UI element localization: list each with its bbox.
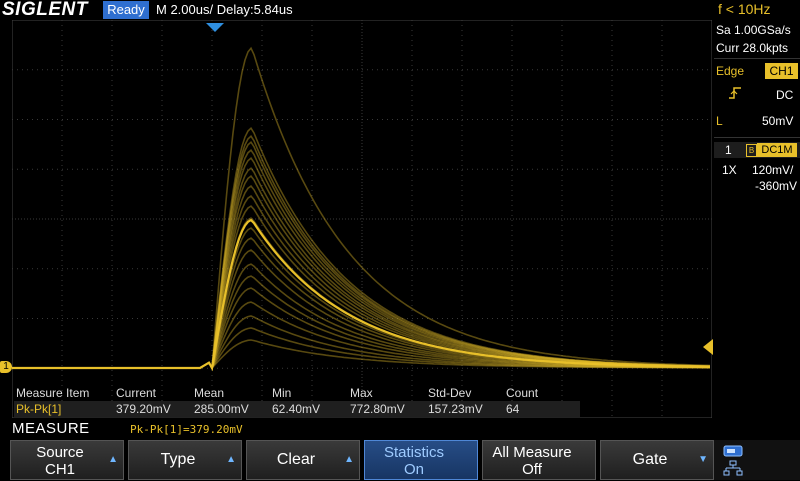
measure-statistics-table: Measure Item Current Mean Min Max Std-De…	[14, 386, 580, 418]
softkey-label: Source	[36, 444, 84, 461]
sample-rate: Sa 1.00GSa/s	[716, 23, 791, 37]
col-header-mean: Mean	[194, 386, 225, 400]
channel-number: 1	[725, 143, 732, 157]
trigger-delay: Delay:5.84us	[216, 2, 293, 17]
gate-softkey[interactable]: Gate ▼	[600, 440, 714, 480]
source-softkey[interactable]: Source CH1 ▲	[10, 440, 124, 480]
measure-mean: 285.00mV	[194, 402, 249, 416]
softkey-value: On	[403, 461, 424, 478]
softkey-label: Type	[160, 451, 196, 468]
trigger-level-label: L	[716, 114, 723, 128]
softkey-value: CH1	[44, 461, 75, 478]
trigger-position-marker[interactable]	[206, 20, 224, 38]
measure-status-readout: Pk-Pk[1]=379.20mV	[130, 423, 243, 436]
waveform-display[interactable]	[12, 20, 712, 418]
trigger-level: 50mV	[762, 114, 794, 128]
channel-coupling-badge: DC1M	[757, 143, 797, 157]
type-softkey[interactable]: Type ▲	[128, 440, 242, 480]
memory-depth: Curr 28.0kpts	[716, 41, 789, 55]
vertical-offset: -360mV	[755, 179, 798, 193]
clear-softkey[interactable]: Clear ▲	[246, 440, 360, 480]
statistics-softkey[interactable]: Statistics On	[364, 440, 478, 480]
col-header-stddev: Std-Dev	[428, 386, 472, 400]
menu-title: MEASURE	[12, 420, 90, 437]
col-header-count: Count	[506, 386, 539, 400]
up-arrow-icon: ▲	[344, 454, 354, 465]
measure-item-name: Pk-Pk[1]	[16, 402, 62, 416]
softkey-label: Clear	[276, 451, 316, 468]
col-header-max: Max	[350, 386, 373, 400]
bandwidth-limit-icon: B	[746, 144, 757, 157]
measure-count: 64	[506, 402, 520, 416]
col-header-current: Current	[116, 386, 157, 400]
measure-max: 772.80mV	[350, 402, 405, 416]
col-header-min: Min	[272, 386, 292, 400]
trigger-level-marker[interactable]	[703, 339, 713, 360]
trigger-source-badge: CH1	[765, 63, 798, 79]
trigger-coupling: DC	[776, 88, 794, 102]
measure-stddev: 157.23mV	[428, 402, 483, 416]
down-arrow-icon: ▼	[698, 454, 708, 465]
run-status-badge[interactable]: Ready	[103, 1, 149, 19]
rising-edge-icon	[728, 86, 742, 105]
up-arrow-icon: ▲	[226, 454, 236, 465]
up-arrow-icon: ▲	[108, 454, 118, 465]
col-header-item: Measure Item	[16, 386, 90, 400]
softkey-value: Off	[522, 461, 542, 478]
softkey-label: All Measure	[492, 444, 572, 461]
network-icon[interactable]	[723, 460, 743, 481]
channel1-ground-marker[interactable]: 1	[0, 361, 12, 373]
trigger-type: Edge	[716, 64, 745, 78]
probe-attenuation: 1X	[722, 163, 737, 177]
softkey-label: Gate	[632, 451, 668, 468]
timebase-readout[interactable]: M 2.00us/ Delay:5.84us	[156, 2, 293, 17]
brand-logo: SIGLENT	[2, 0, 88, 20]
vertical-scale: 120mV/	[752, 163, 794, 177]
measure-min: 62.40mV	[272, 402, 321, 416]
all-measure-softkey[interactable]: All Measure Off	[482, 440, 596, 480]
softkey-label: Statistics	[383, 444, 444, 461]
timebase-scale: M 2.00us/	[156, 2, 214, 17]
measure-current: 379.20mV	[116, 402, 171, 416]
frequency-counter: f < 10Hz	[718, 1, 771, 17]
